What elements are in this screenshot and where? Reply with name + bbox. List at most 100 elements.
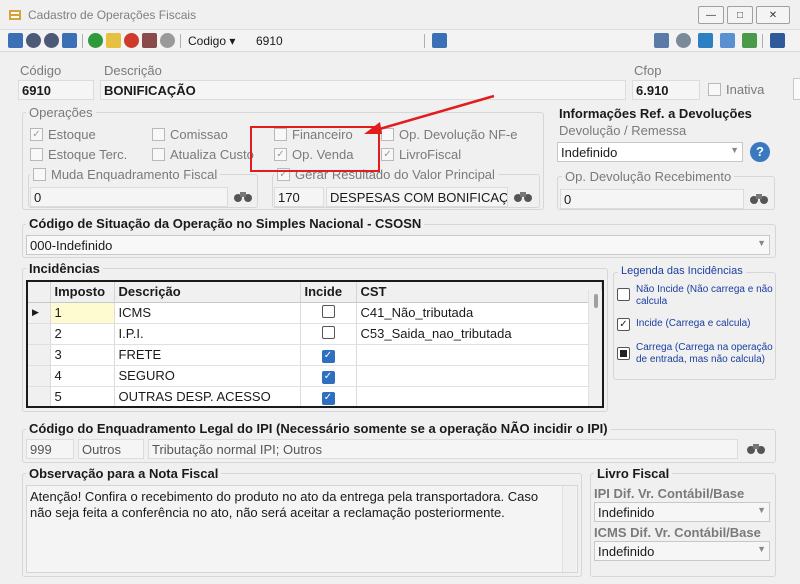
row-indicator[interactable] <box>28 344 51 366</box>
cell-imposto[interactable]: 4 <box>50 365 115 387</box>
column-header-incide[interactable]: Incide <box>300 282 357 303</box>
cell-imposto[interactable]: 3 <box>50 344 115 366</box>
settings-icon[interactable] <box>676 33 691 48</box>
cell-cst[interactable]: C53_Saida_nao_tributada <box>356 323 602 345</box>
muda-enquadramento-checkbox[interactable]: Muda Enquadramento Fiscal <box>30 167 221 182</box>
estoque-checkbox[interactable]: ✓ Estoque <box>30 127 96 142</box>
lookup-button[interactable] <box>231 187 255 205</box>
cfop-field[interactable]: 6.910 <box>632 80 700 100</box>
table-row[interactable]: 2 I.P.I. C53_Saida_nao_tributada <box>28 323 602 345</box>
empty-checkbox-icon[interactable] <box>321 325 335 339</box>
previous-record-icon[interactable] <box>26 33 41 48</box>
livro-fiscal-checkbox[interactable]: ✓ LivroFiscal <box>381 147 461 162</box>
column-header-imposto[interactable]: Imposto <box>50 282 115 303</box>
comissao-checkbox[interactable]: Comissao <box>152 127 228 142</box>
cell-descricao[interactable]: OUTRAS DESP. ACESSO <box>114 386 301 406</box>
cancel-icon[interactable] <box>124 33 139 48</box>
last-record-icon[interactable] <box>62 33 77 48</box>
legenda-carrega: Carrega (Carrega na operação de entrada,… <box>617 342 773 366</box>
ipi-dif-select[interactable]: Indefinido ▼ <box>594 502 770 522</box>
cell-cst[interactable] <box>356 386 602 406</box>
cell-imposto[interactable]: 5 <box>50 386 115 406</box>
cell-incide[interactable]: ✓ <box>300 365 357 387</box>
row-indicator[interactable] <box>28 386 51 406</box>
row-indicator[interactable] <box>28 365 51 387</box>
cell-cst[interactable] <box>356 344 602 366</box>
cell-incide[interactable]: ✓ <box>300 386 357 406</box>
menu-icon[interactable] <box>770 33 785 48</box>
checked-checkbox-icon[interactable]: ✓ <box>321 370 335 384</box>
table-row[interactable]: 3 FRETE ✓ <box>28 344 602 366</box>
save-icon[interactable] <box>142 33 157 48</box>
atualiza-custo-checkbox[interactable]: Atualiza Custo <box>152 147 254 162</box>
cell-incide[interactable] <box>300 323 357 345</box>
row-indicator[interactable] <box>28 323 51 345</box>
column-header-cst[interactable]: CST <box>356 282 602 303</box>
table-row[interactable]: ▶ 1 ICMS C41_Não_tributada <box>28 302 602 324</box>
cell-imposto[interactable]: 2 <box>50 323 115 345</box>
gerar-code-field[interactable]: 170 <box>274 187 324 207</box>
cell-descricao[interactable]: FRETE <box>114 344 301 366</box>
binoculars-icon <box>747 444 765 454</box>
enquadramento-group-field[interactable]: Outros <box>78 439 144 459</box>
undo-icon[interactable] <box>160 33 175 48</box>
devolucao-remessa-select[interactable]: Indefinido ▼ <box>557 142 743 162</box>
codigo-field[interactable]: 6910 <box>18 80 94 100</box>
observacao-scrollbar[interactable] <box>562 486 576 572</box>
indeterminate-checkbox-icon <box>617 347 630 360</box>
inativa-checkbox[interactable]: Inativa <box>708 82 764 97</box>
next-record-icon[interactable] <box>44 33 59 48</box>
user-icon[interactable] <box>742 33 757 48</box>
muda-enquadramento-field[interactable]: 0 <box>30 187 228 207</box>
refresh-icon[interactable] <box>698 33 713 48</box>
grid-scrollbar[interactable] <box>588 290 602 406</box>
gerar-desc-field[interactable]: DESPESAS COM BONIFICAÇÃ <box>326 187 508 207</box>
cell-imposto[interactable]: 1 <box>50 302 115 324</box>
search-icon[interactable] <box>720 33 735 48</box>
cell-incide[interactable]: ✓ <box>300 344 357 366</box>
legenda-nao-incide: Não Incide (Não carrega e não calcula <box>617 284 773 308</box>
cell-descricao[interactable]: SEGURO <box>114 365 301 387</box>
empty-checkbox-icon[interactable] <box>321 304 335 318</box>
estoque-terc-checkbox[interactable]: Estoque Terc. <box>30 147 127 162</box>
scrollbar-thumb[interactable] <box>593 294 598 308</box>
add-icon[interactable] <box>88 33 103 48</box>
observacao-textarea[interactable]: Atenção! Confira o recebimento do produt… <box>26 485 578 573</box>
op-devolucao-recebimento-field[interactable]: 0 <box>560 189 744 209</box>
checked-checkbox-icon[interactable]: ✓ <box>321 391 335 405</box>
estoque-label: Estoque <box>48 127 96 142</box>
enquadramento-desc-field[interactable]: Tributação normal IPI; Outros <box>148 439 738 459</box>
close-button[interactable]: ✕ <box>756 6 790 24</box>
edit-icon[interactable] <box>106 33 121 48</box>
icms-dif-select[interactable]: Indefinido ▼ <box>594 541 770 561</box>
help-icon[interactable]: ? <box>750 142 770 162</box>
minimize-button[interactable]: — <box>698 6 724 24</box>
cell-cst[interactable]: C41_Não_tributada <box>356 302 602 324</box>
cell-descricao[interactable]: ICMS <box>114 302 301 324</box>
maximize-button[interactable]: □ <box>727 6 753 24</box>
partial-side-control[interactable] <box>793 78 800 100</box>
table-row[interactable]: 5 OUTRAS DESP. ACESSO ✓ <box>28 386 602 406</box>
first-record-icon[interactable] <box>8 33 23 48</box>
incidencias-grid[interactable]: Imposto Descrição Incide CST ▶ 1 ICMS C41_N… <box>26 280 604 408</box>
cell-incide[interactable] <box>300 302 357 324</box>
lookup-button[interactable] <box>744 439 768 457</box>
calculator-icon[interactable] <box>654 33 669 48</box>
export-icon[interactable] <box>432 33 447 48</box>
annotation-arrow-icon <box>364 94 495 134</box>
row-indicator[interactable]: ▶ <box>28 302 51 324</box>
checkbox-box <box>152 128 165 141</box>
search-input[interactable]: 6910 <box>256 34 283 48</box>
cell-descricao[interactable]: I.P.I. <box>114 323 301 345</box>
table-row[interactable]: 4 SEGURO ✓ <box>28 365 602 387</box>
indeterminate-mark <box>620 350 627 357</box>
search-field-selector[interactable]: Codigo ▾ <box>188 34 235 48</box>
csosn-select[interactable]: 000-Indefinido ▼ <box>26 235 770 255</box>
lookup-button[interactable] <box>747 189 771 207</box>
enquadramento-code-field[interactable]: 999 <box>26 439 74 459</box>
cell-cst[interactable] <box>356 365 602 387</box>
lookup-button[interactable] <box>511 187 535 205</box>
search-field-label: Codigo <box>188 34 227 48</box>
checked-checkbox-icon[interactable]: ✓ <box>321 349 335 363</box>
column-header-descricao[interactable]: Descrição <box>114 282 301 303</box>
